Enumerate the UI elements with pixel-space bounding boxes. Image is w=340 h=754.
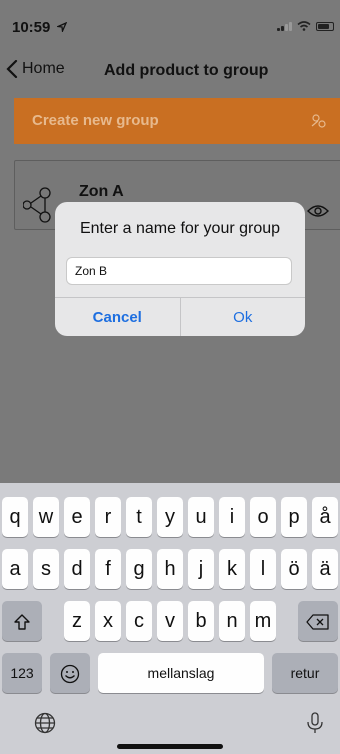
back-button[interactable]: Home: [6, 60, 65, 78]
backspace-key[interactable]: [298, 601, 338, 641]
key-v[interactable]: v: [157, 601, 183, 641]
back-label: Home: [22, 60, 65, 77]
status-bar: 10:59: [0, 0, 340, 44]
location-arrow-icon: [55, 21, 67, 34]
key-p[interactable]: p: [281, 497, 307, 537]
backspace-icon: [306, 614, 329, 630]
key-d[interactable]: d: [64, 549, 90, 589]
emoji-icon: [60, 664, 80, 683]
key-odiaeresis[interactable]: ö: [281, 549, 307, 589]
key-f[interactable]: f: [95, 549, 121, 589]
key-q[interactable]: q: [2, 497, 28, 537]
key-u[interactable]: u: [188, 497, 214, 537]
status-time: 10:59: [12, 19, 67, 36]
home-indicator: [117, 744, 223, 749]
create-group-label: Create new group: [32, 112, 159, 129]
key-x[interactable]: x: [95, 601, 121, 641]
key-y[interactable]: y: [157, 497, 183, 537]
status-icons: [277, 21, 334, 31]
cellular-icon: [277, 21, 292, 31]
wifi-icon: [297, 21, 311, 31]
key-m[interactable]: m: [250, 601, 276, 641]
screen: 10:59 Home Add product to group Create n…: [0, 0, 340, 754]
nav-bar: Home Add product to group: [0, 54, 340, 88]
microphone-icon[interactable]: [304, 712, 326, 734]
group-name-input[interactable]: Zon B: [66, 257, 292, 285]
numbers-key[interactable]: 123: [2, 653, 42, 693]
key-i[interactable]: i: [219, 497, 245, 537]
key-o[interactable]: o: [250, 497, 276, 537]
key-h[interactable]: h: [157, 549, 183, 589]
key-adiaeresis[interactable]: ä: [312, 549, 338, 589]
emoji-key[interactable]: [50, 653, 90, 693]
key-b[interactable]: b: [188, 601, 214, 641]
battery-icon: [316, 21, 334, 31]
ok-button[interactable]: Ok: [181, 298, 306, 336]
chevron-left-icon: [6, 60, 18, 78]
key-aring[interactable]: å: [312, 497, 338, 537]
cancel-button[interactable]: Cancel: [55, 298, 181, 336]
key-g[interactable]: g: [126, 549, 152, 589]
shift-key[interactable]: [2, 601, 42, 641]
return-key[interactable]: retur: [272, 653, 338, 693]
group-name-dialog: Enter a name for your group Zon B Cancel…: [55, 202, 305, 336]
group-name: Zon A: [79, 183, 124, 200]
key-r[interactable]: r: [95, 497, 121, 537]
key-a[interactable]: a: [2, 549, 28, 589]
key-t[interactable]: t: [126, 497, 152, 537]
key-c[interactable]: c: [126, 601, 152, 641]
key-k[interactable]: k: [219, 549, 245, 589]
page-title: Add product to group: [104, 62, 269, 79]
key-w[interactable]: w: [33, 497, 59, 537]
group-add-icon: [311, 114, 326, 128]
key-j[interactable]: j: [188, 549, 214, 589]
key-l[interactable]: l: [250, 549, 276, 589]
dialog-buttons: Cancel Ok: [55, 297, 305, 336]
globe-icon[interactable]: [34, 712, 56, 734]
key-n[interactable]: n: [219, 601, 245, 641]
key-z[interactable]: z: [64, 601, 90, 641]
dialog-title: Enter a name for your group: [79, 220, 281, 237]
eye-icon[interactable]: [307, 203, 329, 219]
key-e[interactable]: e: [64, 497, 90, 537]
create-group-button[interactable]: Create new group: [14, 98, 340, 144]
space-key[interactable]: mellanslag: [98, 653, 264, 693]
shift-icon: [14, 614, 30, 630]
key-s[interactable]: s: [33, 549, 59, 589]
hub-icon: [23, 187, 51, 223]
